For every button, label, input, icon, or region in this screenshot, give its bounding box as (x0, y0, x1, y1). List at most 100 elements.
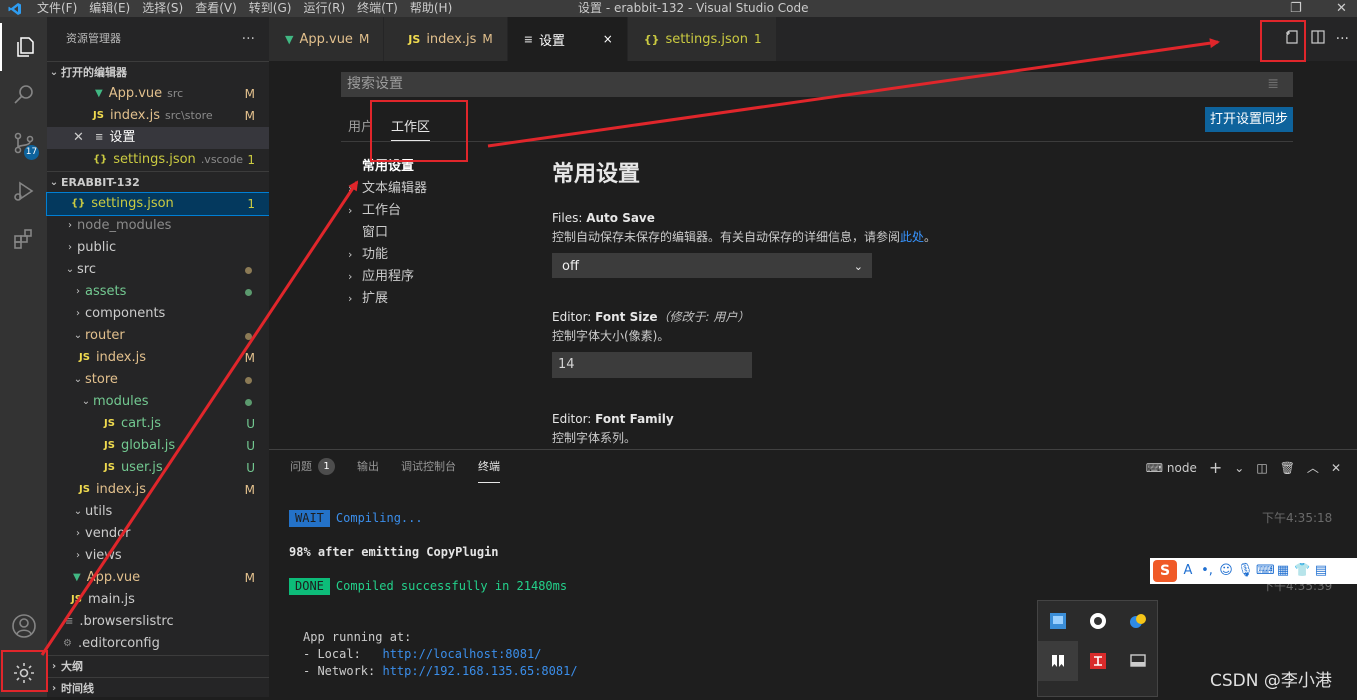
ime-skin-icon[interactable]: 👕 (1294, 563, 1310, 579)
project-header[interactable]: ⌄ ERABBIT-132 (47, 171, 269, 193)
file-item[interactable]: JS cart.js U (47, 413, 269, 435)
menu-selection[interactable]: 选择(S) (135, 0, 188, 17)
terminal-selector[interactable]: ⌨ node (1146, 461, 1197, 475)
folder-item[interactable]: › node_modules (47, 215, 269, 237)
folder-item[interactable]: › views (47, 545, 269, 567)
close-panel-icon[interactable]: ✕ (1331, 461, 1341, 475)
folder-item[interactable]: › components (47, 303, 269, 325)
file-item[interactable]: {} settings.json 1 (46, 192, 270, 216)
chevron-down-icon[interactable]: ⌄ (1234, 461, 1244, 475)
menu-view[interactable]: 查看(V) (188, 0, 242, 17)
accounts-icon[interactable] (0, 602, 47, 650)
ime-punctuation-icon[interactable]: •, (1199, 563, 1215, 579)
folder-item[interactable]: › public (47, 237, 269, 259)
new-terminal-icon[interactable]: + (1209, 458, 1222, 477)
auto-save-select[interactable]: off ⌄ (552, 253, 872, 278)
more-actions-icon[interactable]: ··· (242, 17, 255, 61)
menu-file[interactable]: 文件(F) (30, 0, 82, 17)
source-control-icon[interactable]: 17 (0, 119, 47, 167)
file-item[interactable]: JS index.js M (47, 479, 269, 501)
folder-item[interactable]: › assets (47, 281, 269, 303)
scope-workspace-tab[interactable]: 工作区 (391, 116, 431, 141)
file-item[interactable]: JS global.js U (47, 435, 269, 457)
folder-item[interactable]: ⌄ modules (47, 391, 269, 413)
tab-settings[interactable]: ≡ 设置 × (507, 17, 628, 61)
toc-item-features[interactable]: › 功能 (348, 244, 528, 266)
menu-terminal[interactable]: 终端(T) (350, 0, 403, 17)
outline-header[interactable]: › 大纲 (47, 655, 269, 677)
folder-item[interactable]: ⌄ src (47, 259, 269, 281)
ime-toolbox-icon[interactable]: ▦ (1275, 563, 1291, 579)
toc-item-extensions[interactable]: › 扩展 (348, 288, 528, 310)
network-url-link[interactable]: http://192.168.135.65:8081/ (382, 664, 577, 678)
ime-menu-icon[interactable]: ▤ (1313, 563, 1329, 579)
folder-item[interactable]: › vendor (47, 523, 269, 545)
tray-app-icon[interactable] (1078, 641, 1118, 681)
sogou-logo-icon[interactable]: S (1153, 560, 1177, 582)
setting-link[interactable]: 此处 (900, 230, 924, 244)
close-tab-icon[interactable]: × (603, 32, 613, 46)
local-url-link[interactable]: http://localhost:8081/ (382, 647, 541, 661)
tab-problems[interactable]: 问题 1 (290, 458, 335, 484)
open-editor-item[interactable]: {} settings.json .vscode 1 (47, 149, 269, 171)
toc-item-text-editor[interactable]: › 文本编辑器 (348, 178, 528, 200)
open-editor-item[interactable]: ▼ App.vue src M (47, 83, 269, 105)
manage-gear-icon[interactable] (0, 649, 47, 697)
menu-edit[interactable]: 编辑(E) (82, 0, 135, 17)
menu-run[interactable]: 运行(R) (296, 0, 350, 17)
font-size-input[interactable]: 14 (552, 352, 752, 378)
tab-terminal[interactable]: 终端 (478, 458, 500, 483)
ime-keyboard-icon[interactable]: ⌨ (1256, 563, 1275, 579)
tab-settings-json[interactable]: {} settings.json 1 (627, 17, 777, 61)
clear-filter-icon[interactable]: ≣ (1267, 72, 1279, 97)
file-item[interactable]: ▼ App.vue M (47, 567, 269, 589)
modified-in-indicator[interactable]: （修改于: 用户） (657, 310, 749, 324)
toc-item-workbench[interactable]: › 工作台 (348, 200, 528, 222)
tray-app-icon[interactable] (1038, 641, 1078, 681)
open-editors-header[interactable]: ⌄ 打开的编辑器 (47, 61, 269, 83)
tab-app-vue[interactable]: ▼ App.vue M (269, 17, 385, 61)
toc-item-common[interactable]: 常用设置 (348, 156, 528, 178)
menu-go[interactable]: 转到(G) (242, 0, 297, 17)
tab-output[interactable]: 输出 (357, 458, 379, 484)
file-item[interactable]: ⚙ .editorconfig (47, 633, 269, 655)
split-editor-icon[interactable] (1310, 29, 1326, 49)
toc-item-application[interactable]: › 应用程序 (348, 266, 528, 288)
settings-search-input[interactable]: 搜索设置 ≣ (341, 72, 1293, 97)
open-editor-item[interactable]: JS index.js src\store M (47, 105, 269, 127)
file-item[interactable]: JS index.js M (47, 347, 269, 369)
ime-voice-icon[interactable]: 🎙 (1237, 563, 1254, 579)
folder-item[interactable]: ⌄ store (47, 369, 269, 391)
folder-item[interactable]: ⌄ router (47, 325, 269, 347)
file-item[interactable]: ≡ .browserslistrc (47, 611, 269, 633)
terminal-output[interactable]: WAIT Compiling... 下午4:35:18 98% after emit… (289, 510, 1339, 680)
maximize-panel-icon[interactable]: ︿ (1307, 459, 1319, 476)
search-icon[interactable] (0, 71, 47, 119)
ime-emoji-icon[interactable]: ☺ (1218, 563, 1234, 579)
menu-help[interactable]: 帮助(H) (403, 0, 457, 17)
timeline-header[interactable]: › 时间线 (47, 677, 269, 699)
open-settings-json-icon[interactable] (1284, 29, 1300, 49)
more-editor-actions-icon[interactable]: ··· (1336, 31, 1349, 47)
close-window-icon[interactable]: ✕ (1336, 0, 1347, 17)
folder-item[interactable]: ⌄ utils (47, 501, 269, 523)
file-item[interactable]: JS user.js U (47, 457, 269, 479)
file-item[interactable]: JS main.js (47, 589, 269, 611)
split-terminal-icon[interactable]: ◫ (1256, 461, 1267, 475)
close-editor-icon[interactable]: ✕ (73, 127, 95, 149)
scope-user-tab[interactable]: 用户 (348, 116, 374, 135)
tray-app-icon[interactable] (1078, 601, 1118, 641)
open-settings-sync-button[interactable]: 打开设置同步 (1204, 107, 1293, 132)
trash-icon[interactable]: 🗑 (1280, 461, 1295, 475)
tray-app-icon[interactable] (1118, 601, 1158, 641)
restore-window-icon[interactable]: ❐ (1290, 0, 1302, 17)
tray-app-icon[interactable] (1118, 641, 1158, 681)
explorer-icon[interactable] (0, 23, 47, 71)
run-debug-icon[interactable] (0, 167, 47, 215)
tab-debug-console[interactable]: 调试控制台 (401, 458, 456, 484)
tray-app-icon[interactable] (1038, 601, 1078, 641)
tab-index-js[interactable]: JS index.js M (384, 17, 508, 61)
toc-item-window[interactable]: 窗口 (348, 222, 528, 244)
extensions-icon[interactable] (0, 215, 47, 263)
ime-mode-icon[interactable]: A (1180, 563, 1196, 579)
